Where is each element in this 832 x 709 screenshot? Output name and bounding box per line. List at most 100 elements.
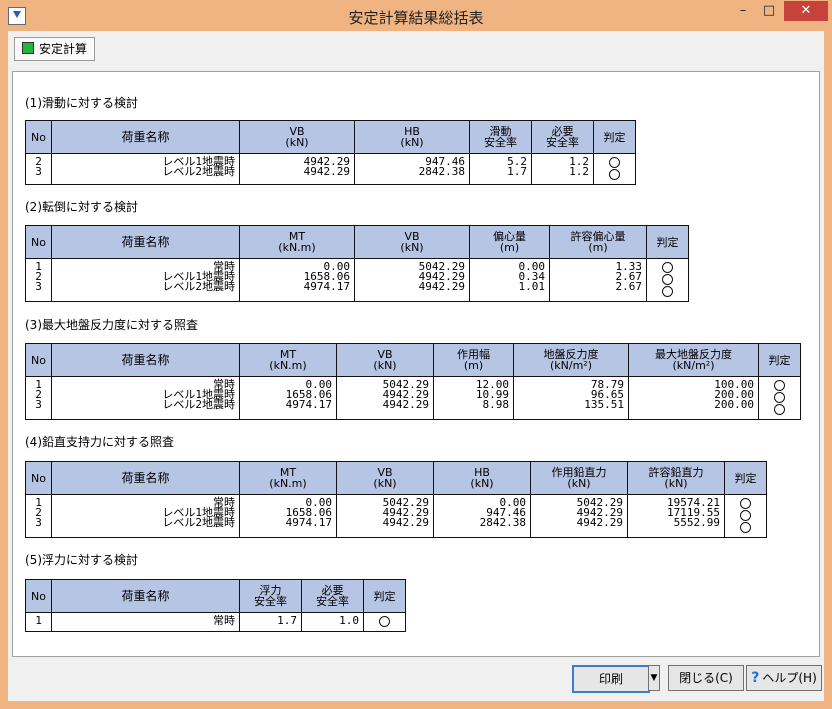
col-header: No [25,225,52,259]
vb-values: 5042.29 4942.29 4942.29 [354,258,470,302]
vertical-bearing-table: No 荷重名称 MT (kN.m) VB (kN) HB (kN) 作用鉛直力 … [25,461,767,538]
judgement [724,494,767,538]
triangle-down-icon: ▼ [650,673,658,683]
print-dropdown-button[interactable]: ▼ [648,665,660,691]
button-bar: 印刷 ▼ 閉じる(C) ? ヘルプ(H) [8,659,824,701]
col-header: 必要 安全率 [301,579,364,613]
bearing-pressure-table: No 荷重名称 MT (kN.m) VB (kN) 作用幅 (m) 地盤反力度 … [25,343,801,420]
buoyancy-sf-value: 1.7 [239,612,302,632]
acting-vertical-force-values: 5042.29 4942.29 4942.29 [530,494,628,538]
help-button[interactable]: ? ヘルプ(H) [746,665,822,691]
col-header: 判定 [363,579,406,613]
ok-circle-icon [774,392,785,403]
max-bearing-pressure-values: 100.00 200.00 200.00 [628,376,759,420]
load-name: 常時 レベル1地震時 レベル2地震時 [51,494,240,538]
col-header: 判定 [646,225,689,259]
col-header: 地盤反力度 (kN/m²) [513,343,629,377]
col-header: 必要 安全率 [531,120,594,154]
col-header: 荷重名称 [51,343,240,377]
ok-circle-icon [662,274,673,285]
client-area: 安定計算 (1)滑動に対する検討 No 荷重名称 VB (kN) HB (kN)… [8,31,824,701]
col-header: HB (kN) [354,120,470,154]
green-square-icon [22,42,34,54]
allowable-eccentricity-values: 1.33 2.67 2.67 [549,258,647,302]
col-header: MT (kN.m) [239,343,337,377]
section-title: (2)転倒に対する検討 [25,200,138,214]
col-header: No [25,579,52,613]
required-sf-values: 1.2 1.2 [531,153,594,185]
col-header: MT (kN.m) [239,461,337,495]
question-mark-icon: ? [751,670,760,686]
ok-circle-icon [774,404,785,415]
row-no: 2 3 [25,153,52,185]
col-header: 判定 [758,343,801,377]
row-no: 1 2 3 [25,494,52,538]
vb-values: 5042.29 4942.29 4942.29 [336,494,434,538]
window: 安定計算結果総括表 – □ ✕ 安定計算 (1)滑動に対する検討 No 荷重名称… [0,0,832,709]
hb-values: 0.00 947.46 2842.38 [433,494,531,538]
col-header: 作用幅 (m) [433,343,514,377]
load-name: 常時 レベル1地震時 レベル2地震時 [51,376,240,420]
minimize-button[interactable]: – [730,1,756,21]
ok-circle-icon [662,262,673,273]
close-button[interactable]: 閉じる(C) [668,665,744,691]
maximize-button[interactable]: □ [756,1,782,21]
col-header: VB (kN) [239,120,355,154]
judgement [646,258,689,302]
judgement [363,612,406,632]
ok-circle-icon [740,522,751,533]
row-no: 1 2 3 [25,376,52,420]
stability-calc-tab[interactable]: 安定計算 [14,37,96,61]
tab-label: 安定計算 [39,42,88,56]
col-header: 荷重名称 [51,461,240,495]
col-header: 浮力 安全率 [239,579,302,613]
ok-circle-icon [662,286,673,297]
col-header: VB (kN) [354,225,470,259]
col-header: 荷重名称 [51,579,240,613]
load-name: 常時 レベル1地震時 レベル2地震時 [51,258,240,302]
judgement [593,153,636,185]
ok-circle-icon [379,616,390,627]
section-title: (1)滑動に対する検討 [25,96,138,110]
ok-circle-icon [740,510,751,521]
col-header: MT (kN.m) [239,225,355,259]
col-header: 荷重名称 [51,225,240,259]
title-bar: 安定計算結果総括表 – □ ✕ [0,0,832,32]
section-title: (4)鉛直支持力に対する照査 [25,435,174,449]
vb-values: 5042.29 4942.29 4942.29 [336,376,434,420]
ok-circle-icon [609,169,620,180]
col-header: 判定 [593,120,636,154]
col-header: 判定 [724,461,767,495]
col-header: 作用鉛直力 (kN) [530,461,628,495]
ok-circle-icon [609,157,620,168]
close-window-button[interactable]: ✕ [784,1,828,21]
eccentricity-values: 0.00 0.34 1.01 [469,258,550,302]
allowable-vertical-force-values: 19574.21 17119.55 5552.99 [627,494,725,538]
section-title: (5)浮力に対する検討 [25,553,138,567]
vb-values: 4942.29 4942.29 [239,153,355,185]
col-header: 許容偏心量 (m) [549,225,647,259]
print-button[interactable]: 印刷 [572,665,650,693]
load-name: レベル1地震時 レベル2地震時 [51,153,240,185]
action-width-values: 12.00 10.99 8.98 [433,376,514,420]
col-header: 許容鉛直力 (kN) [627,461,725,495]
judgement [758,376,801,420]
col-header: No [25,461,52,495]
help-label: ヘルプ(H) [762,671,817,685]
sliding-sf-values: 5.2 1.7 [469,153,532,185]
mt-values: 0.00 1658.06 4974.17 [239,258,355,302]
col-header: No [25,120,52,154]
hb-values: 947.46 2842.38 [354,153,470,185]
buoyancy-table: No 荷重名称 浮力 安全率 必要 安全率 判定 1 常時 1.7 1.0 [25,579,406,632]
overturning-table: No 荷重名称 MT (kN.m) VB (kN) 偏心量 (m) 許容偏心量 … [25,225,689,302]
col-header: No [25,343,52,377]
results-panel: (1)滑動に対する検討 No 荷重名称 VB (kN) HB (kN) 滑動 安… [12,71,820,657]
ok-circle-icon [740,498,751,509]
row-no: 1 [25,612,52,632]
col-header: VB (kN) [336,343,434,377]
sliding-table: No 荷重名称 VB (kN) HB (kN) 滑動 安全率 必要 安全率 判定… [25,120,636,185]
ok-circle-icon [774,380,785,391]
col-header: VB (kN) [336,461,434,495]
mt-values: 0.00 1658.06 4974.17 [239,376,337,420]
row-no: 1 2 3 [25,258,52,302]
